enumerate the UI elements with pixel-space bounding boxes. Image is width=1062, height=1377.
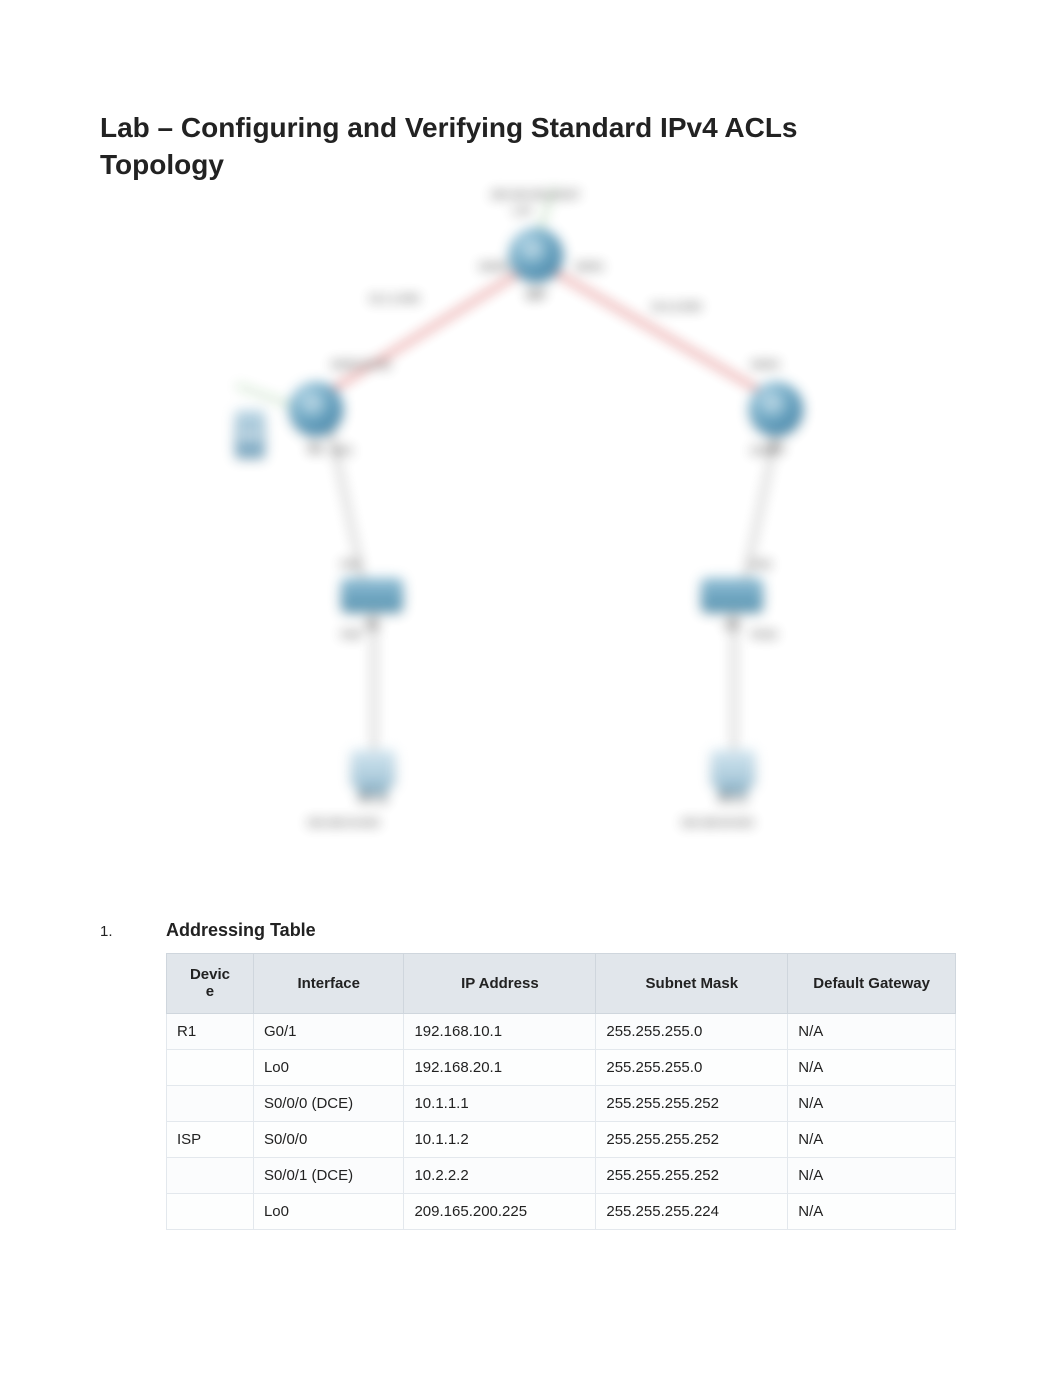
cell-device — [167, 1157, 254, 1193]
cell-gw: N/A — [788, 1157, 956, 1193]
switch-icon — [701, 578, 763, 612]
lbl-r1-s000: S0/0/0 (DCE) — [331, 360, 390, 371]
cell-device — [167, 1085, 254, 1121]
lbl-isp-s001: S0/0/1 — [575, 262, 604, 273]
cell-gw: N/A — [788, 1085, 956, 1121]
node-label: R1 — [308, 442, 323, 456]
lbl-wan-right: 10.2.2.0/30 — [651, 302, 701, 313]
server-icon — [235, 410, 265, 458]
cell-ip: 209.165.200.225 — [404, 1193, 596, 1229]
lbl-isp-s000: S0/0/0 — [479, 262, 508, 273]
lbl-r3-s001: S0/0/1 — [751, 360, 780, 371]
node-label: PC-C — [718, 792, 747, 806]
lbl-net-right: 192.168.30.0/24 — [681, 818, 753, 829]
lbl-s3-f05: F0/5 — [751, 560, 771, 571]
section-title: Addressing Table — [166, 920, 316, 941]
section-number: 1. — [100, 923, 166, 940]
cell-if: S0/0/0 — [253, 1121, 404, 1157]
cell-mask: 255.255.255.0 — [596, 1013, 788, 1049]
cell-ip: 192.168.10.1 — [404, 1013, 596, 1049]
cell-gw: N/A — [788, 1121, 956, 1157]
cell-mask: 255.255.255.224 — [596, 1193, 788, 1229]
router-icon — [289, 382, 343, 436]
cell-device — [167, 1049, 254, 1085]
col-header-mask: Subnet Mask — [596, 954, 788, 1014]
cell-gw: N/A — [788, 1013, 956, 1049]
table-row: R1 G0/1 192.168.10.1 255.255.255.0 N/A — [167, 1013, 956, 1049]
link-r1-lo0 — [236, 385, 293, 407]
table-row: S0/0/1 (DCE) 10.2.2.2 255.255.255.252 N/… — [167, 1157, 956, 1193]
cell-gw: N/A — [788, 1193, 956, 1229]
node-label: S3 — [725, 618, 740, 632]
cell-ip: 10.1.1.1 — [404, 1085, 596, 1121]
router-icon — [749, 382, 803, 436]
cell-if: S0/0/1 (DCE) — [253, 1157, 404, 1193]
document-page: Lab – Configuring and Verifying Standard… — [0, 0, 1062, 1377]
node-server-a — [235, 410, 265, 464]
col-header-ip: IP Address — [404, 954, 596, 1014]
pc-icon — [351, 750, 395, 786]
router-icon — [509, 228, 563, 282]
cell-if: G0/1 — [253, 1013, 404, 1049]
node-label: R3 — [768, 442, 783, 456]
cell-device: R1 — [167, 1013, 254, 1049]
cell-mask: 255.255.255.0 — [596, 1049, 788, 1085]
table-row: S0/0/0 (DCE) 10.1.1.1 255.255.255.252 N/… — [167, 1085, 956, 1121]
pc-icon — [711, 750, 755, 786]
cell-mask: 255.255.255.252 — [596, 1157, 788, 1193]
node-label: S1 — [365, 618, 380, 632]
node-s3: S3 — [701, 578, 763, 632]
lbl-s1-f05: F0/5 — [341, 560, 361, 571]
link-isp-r1 — [318, 264, 532, 399]
node-label: ISP — [526, 288, 545, 302]
cell-mask: 255.255.255.252 — [596, 1121, 788, 1157]
col-header-device: Devic e — [167, 954, 254, 1014]
cell-ip: 10.1.1.2 — [404, 1121, 596, 1157]
table-row: ISP S0/0/0 10.1.1.2 255.255.255.252 N/A — [167, 1121, 956, 1157]
cell-if: Lo0 — [253, 1193, 404, 1229]
lbl-isp-lo0: Lo0 — [513, 206, 531, 217]
node-s1: S1 — [341, 578, 403, 632]
cell-mask: 255.255.255.252 — [596, 1085, 788, 1121]
table-row: Lo0 192.168.20.1 255.255.255.0 N/A — [167, 1049, 956, 1085]
cell-if: S0/0/0 (DCE) — [253, 1085, 404, 1121]
node-r1: R1 — [289, 382, 343, 456]
table-body: R1 G0/1 192.168.10.1 255.255.255.0 N/A L… — [167, 1013, 956, 1229]
table-row: Lo0 209.165.200.225 255.255.255.224 N/A — [167, 1193, 956, 1229]
node-pc-c: PC-C — [711, 750, 755, 806]
cell-device: ISP — [167, 1121, 254, 1157]
switch-icon — [341, 578, 403, 612]
cell-device — [167, 1193, 254, 1229]
col-header-gateway: Default Gateway — [788, 954, 956, 1014]
topology-diagram: Lo0 10.1.1.0/30 10.2.2.0/30 S0/0/0 S0/0/… — [191, 210, 871, 850]
node-label: PC-A — [358, 792, 387, 806]
table-header: Devic e Interface IP Address Subnet Mask… — [167, 954, 956, 1014]
section-heading-row: 1. Addressing Table — [100, 920, 962, 941]
cell-ip: 10.2.2.2 — [404, 1157, 596, 1193]
cell-if: Lo0 — [253, 1049, 404, 1085]
lbl-net-left: 192.168.10.0/24 — [307, 818, 379, 829]
node-isp: ISP — [509, 228, 563, 302]
col-header-interface: Interface — [253, 954, 404, 1014]
cell-ip: 192.168.20.1 — [404, 1049, 596, 1085]
page-subtitle: Topology — [100, 147, 962, 182]
addressing-table: Devic e Interface IP Address Subnet Mask… — [166, 953, 956, 1230]
lbl-lo-net: 209.165.200.224/27 — [491, 190, 580, 201]
cell-gw: N/A — [788, 1049, 956, 1085]
node-pc-a: PC-A — [351, 750, 395, 806]
page-title: Lab – Configuring and Verifying Standard… — [100, 110, 962, 145]
lbl-wan-left: 10.1.1.0/30 — [369, 294, 419, 305]
topology-diagram-container: Lo0 10.1.1.0/30 10.2.2.0/30 S0/0/0 S0/0/… — [100, 210, 962, 850]
node-r3: R3 — [749, 382, 803, 456]
